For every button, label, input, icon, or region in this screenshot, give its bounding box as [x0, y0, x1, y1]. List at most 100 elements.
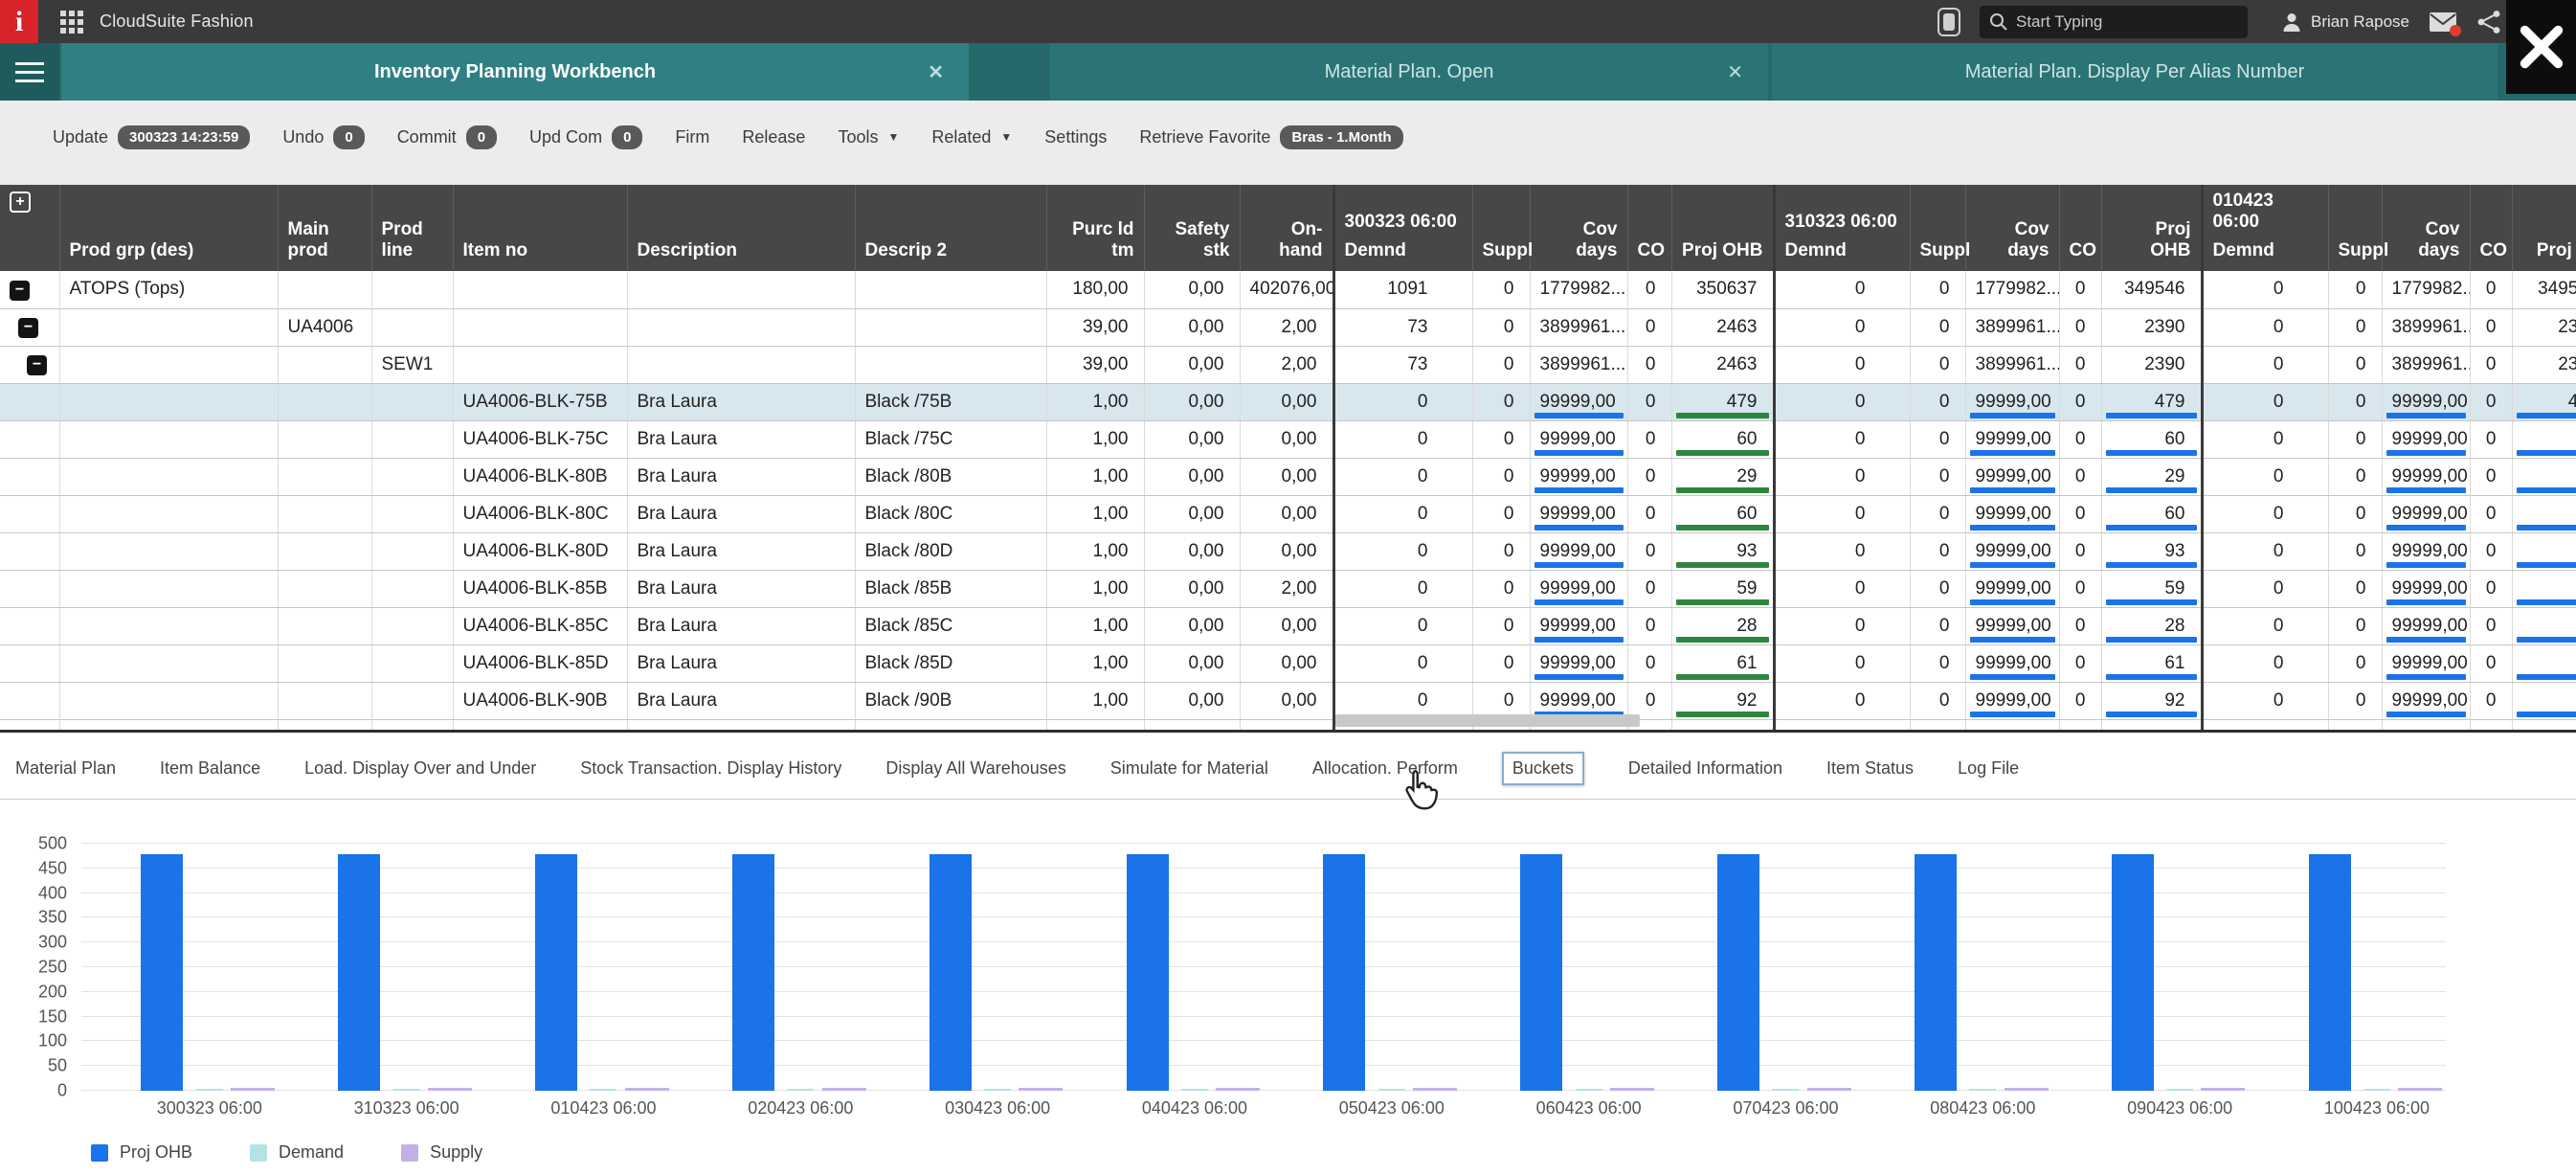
- cell-demnd[interactable]: 0: [1333, 383, 1472, 420]
- cell-cov-days[interactable]: 99999,00: [1965, 570, 2059, 607]
- cell-suppl[interactable]: 0: [2328, 719, 2382, 733]
- tab-inventory-planning-workbench[interactable]: Inventory Planning Workbench ✕: [61, 43, 969, 101]
- cell-suppl[interactable]: 0: [2328, 682, 2382, 719]
- cell-suppl[interactable]: 0: [1472, 607, 1530, 644]
- cell-co[interactable]: 0: [1627, 570, 1671, 607]
- cell-prodgrp[interactable]: [59, 495, 278, 532]
- cell-proj-ohb[interactable]: 61: [1671, 644, 1774, 682]
- bottom-tab-load-display-over-and-under[interactable]: Load. Display Over and Under: [304, 758, 536, 779]
- cell-purc-ld-tm[interactable]: 1,00: [1046, 420, 1144, 458]
- cell-suppl[interactable]: 0: [1910, 719, 1965, 733]
- cell-description[interactable]: Bra Laura: [627, 719, 855, 733]
- cell-safety-stk[interactable]: 0,00: [1144, 383, 1240, 420]
- cell-description[interactable]: Bra Laura: [627, 458, 855, 495]
- cell-co[interactable]: 0: [2059, 420, 2101, 458]
- cell-co[interactable]: 0: [2470, 644, 2512, 682]
- cell-cov-days[interactable]: 99999,00: [2382, 495, 2470, 532]
- cell-proj-ohb[interactable]: 29: [2512, 719, 2576, 733]
- cell-suppl[interactable]: 0: [2328, 532, 2382, 570]
- cell-proj-ohb[interactable]: 2463: [1671, 346, 1774, 383]
- cell-suppl[interactable]: 0: [2328, 458, 2382, 495]
- cell-demnd[interactable]: 0: [1333, 570, 1472, 607]
- cell-description[interactable]: [627, 346, 855, 383]
- cell-safety-stk[interactable]: 0,00: [1144, 532, 1240, 570]
- cell-cov-days[interactable]: 99999,00: [2382, 420, 2470, 458]
- cell-demnd[interactable]: 0: [1333, 644, 1472, 682]
- cell-co[interactable]: 0: [2059, 719, 2101, 733]
- cell-suppl[interactable]: 0: [1910, 458, 1965, 495]
- cell-prodgrp[interactable]: ATOPS (Tops): [59, 271, 278, 308]
- cell-mainprod[interactable]: [278, 532, 371, 570]
- cell-purc-ld-tm[interactable]: 39,00: [1046, 308, 1144, 346]
- cell-proj-ohb[interactable]: 92: [2512, 682, 2576, 719]
- collapse-icon[interactable]: −: [27, 355, 47, 375]
- cell-description[interactable]: Bra Laura: [627, 682, 855, 719]
- cell-cov-days[interactable]: 99999,00: [1965, 719, 2059, 733]
- cell-safety-stk[interactable]: 0,00: [1144, 570, 1240, 607]
- cell-demnd[interactable]: 0: [2202, 607, 2328, 644]
- cell-proj-ohb[interactable]: 2390: [2512, 308, 2576, 346]
- cell-on-hand[interactable]: 0,00: [1240, 644, 1333, 682]
- cell-prodline[interactable]: [371, 532, 453, 570]
- cell-demnd[interactable]: 1091: [1333, 271, 1472, 308]
- table-row[interactable]: UA4006-BLK-75CBra LauraBlack /75C1,000,0…: [0, 420, 2576, 458]
- cell-proj-ohb[interactable]: 349546: [2512, 271, 2576, 308]
- table-row[interactable]: UA4006-BLK-85CBra LauraBlack /85C1,000,0…: [0, 607, 2576, 644]
- cell-proj-ohb[interactable]: 28: [2512, 607, 2576, 644]
- legend-item-supply[interactable]: Supply: [401, 1142, 482, 1163]
- cell-cov-days[interactable]: 99999,00: [1530, 570, 1627, 607]
- cell-cov-days[interactable]: 3899961...: [2382, 308, 2470, 346]
- cell-proj-ohb[interactable]: 59: [2101, 570, 2202, 607]
- cell-suppl[interactable]: 0: [2328, 308, 2382, 346]
- cell-itemno[interactable]: [453, 346, 627, 383]
- cell-cov-days[interactable]: 99999,00: [2382, 644, 2470, 682]
- cell-suppl[interactable]: 0: [2328, 346, 2382, 383]
- app-grid-icon[interactable]: [59, 10, 84, 34]
- commit-button[interactable]: Commit0: [397, 125, 497, 149]
- cell-demnd[interactable]: 0: [1774, 607, 1910, 644]
- cell-description[interactable]: Bra Laura: [627, 607, 855, 644]
- cell-demnd[interactable]: 0: [2202, 719, 2328, 733]
- cell-suppl[interactable]: 0: [1910, 570, 1965, 607]
- cell-proj-ohb[interactable]: 60: [2101, 495, 2202, 532]
- cell-description[interactable]: Bra Laura: [627, 570, 855, 607]
- cell-mainprod[interactable]: [278, 495, 371, 532]
- cell-prodgrp[interactable]: [59, 532, 278, 570]
- cell-demnd[interactable]: 0: [1774, 346, 1910, 383]
- cell-suppl[interactable]: 0: [1472, 570, 1530, 607]
- cell-descrip2[interactable]: Black /80C: [855, 495, 1046, 532]
- cell-prodgrp[interactable]: [59, 607, 278, 644]
- column-header[interactable]: Proj OH: [2512, 185, 2576, 271]
- cell-itemno[interactable]: UA4006-BLK-90C: [453, 719, 627, 733]
- cell-cov-days[interactable]: 99999,00: [1530, 644, 1627, 682]
- cell-proj-ohb[interactable]: 60: [2512, 420, 2576, 458]
- cell-on-hand[interactable]: 0,00: [1240, 607, 1333, 644]
- cell-purc-ld-tm[interactable]: 180,00: [1046, 271, 1144, 308]
- release-button[interactable]: Release: [742, 127, 805, 147]
- cell-demnd[interactable]: 0: [2202, 458, 2328, 495]
- cell-itemno[interactable]: UA4006-BLK-90B: [453, 682, 627, 719]
- cell-itemno[interactable]: UA4006-BLK-75C: [453, 420, 627, 458]
- cell-proj-ohb[interactable]: 93: [1671, 532, 1774, 570]
- bottom-tab-display-all-warehouses[interactable]: Display All Warehouses: [885, 758, 1065, 779]
- cell-prodline[interactable]: [371, 271, 453, 308]
- cell-on-hand[interactable]: 0,00: [1240, 532, 1333, 570]
- column-header[interactable]: Suppl: [2328, 185, 2382, 271]
- cell-proj-ohb[interactable]: 92: [1671, 682, 1774, 719]
- cell-co[interactable]: 0: [2470, 383, 2512, 420]
- cell-on-hand[interactable]: 2,00: [1240, 308, 1333, 346]
- cell-cov-days[interactable]: 99999,00: [2382, 383, 2470, 420]
- cell-prodgrp[interactable]: [59, 383, 278, 420]
- row-expander-cell[interactable]: −: [0, 271, 59, 308]
- cell-co[interactable]: 0: [2059, 570, 2101, 607]
- cell-safety-stk[interactable]: 0,00: [1144, 495, 1240, 532]
- cell-mainprod[interactable]: [278, 682, 371, 719]
- cell-suppl[interactable]: 0: [2328, 495, 2382, 532]
- cell-co[interactable]: 0: [1627, 308, 1671, 346]
- cell-cov-days[interactable]: 99999,00: [1530, 383, 1627, 420]
- cell-purc-ld-tm[interactable]: 1,00: [1046, 383, 1144, 420]
- column-header[interactable]: Purc ld tm: [1046, 185, 1144, 271]
- cell-proj-ohb[interactable]: 2390: [2512, 346, 2576, 383]
- firm-button[interactable]: Firm: [675, 127, 709, 147]
- cell-suppl[interactable]: 0: [1910, 495, 1965, 532]
